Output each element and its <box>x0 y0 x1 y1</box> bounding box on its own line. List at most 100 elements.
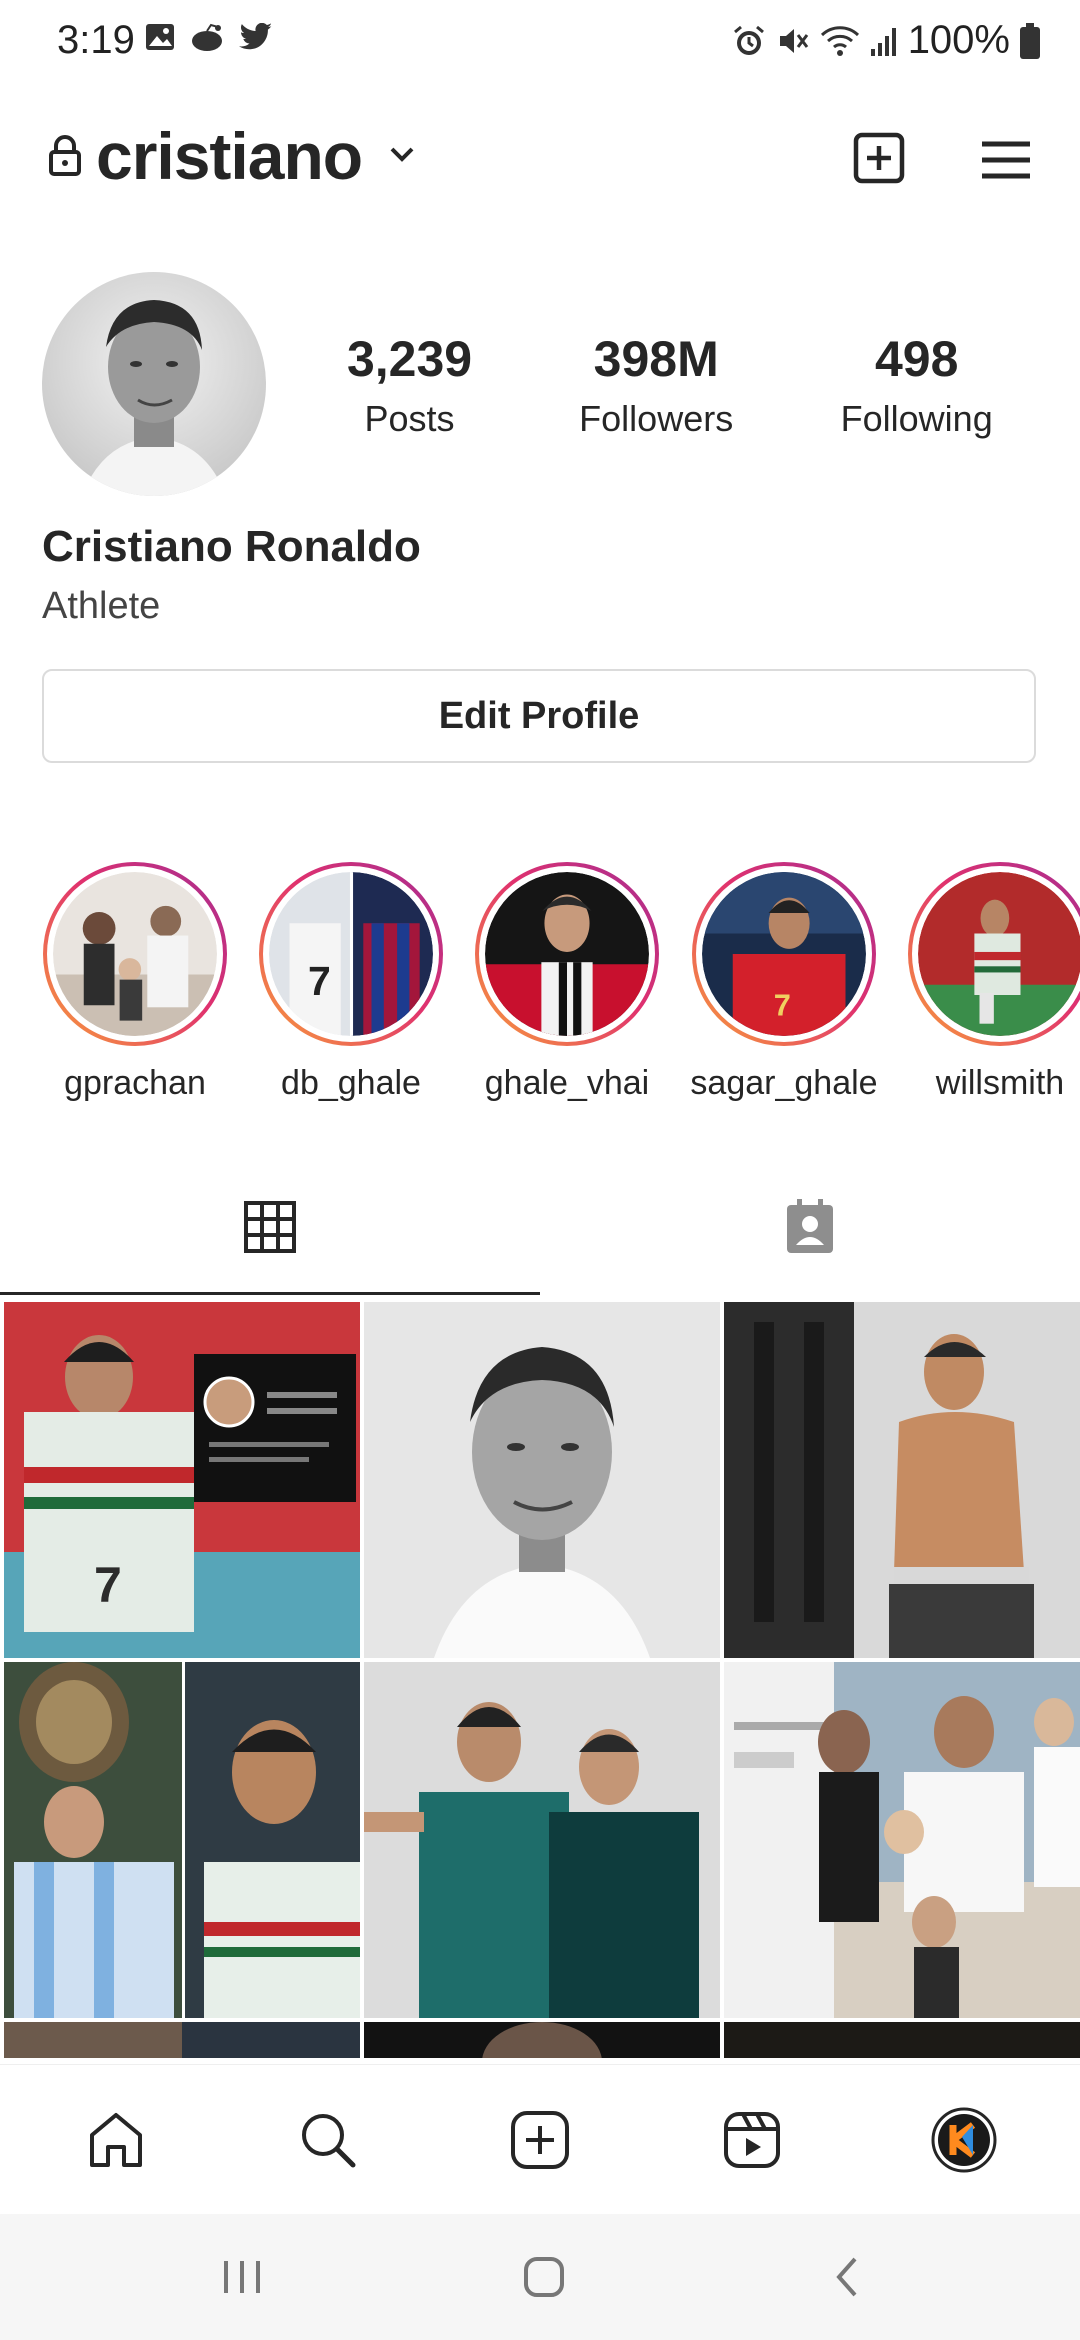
post-thumbnail[interactable]: 7 <box>4 1302 360 1658</box>
profile-category: Athlete <box>42 585 161 627</box>
post-thumbnail[interactable] <box>364 1662 720 2018</box>
post-image: 7 <box>4 1302 360 1658</box>
post-thumbnail[interactable] <box>724 1302 1080 1658</box>
back-icon <box>836 2257 857 2297</box>
full-name: Cristiano Ronaldo <box>42 522 421 571</box>
highlight-name: sagar_ghale <box>690 1064 878 1102</box>
tab-posts-grid[interactable] <box>0 1160 540 1294</box>
status-system-icons: 100% <box>732 18 1040 63</box>
highlight-name: ghale_vhai <box>484 1064 650 1102</box>
status-time: 3:19 <box>57 18 135 62</box>
posts-count: 3,239 <box>346 331 473 387</box>
profile-avatar[interactable] <box>42 272 266 496</box>
bottom-navigation <box>0 2064 1080 2215</box>
system-home[interactable] <box>484 2214 604 2340</box>
highlight-item[interactable]: 7 sagar_ghale <box>684 862 884 1103</box>
system-navigation-bar <box>0 2214 1080 2340</box>
post-image <box>364 1302 720 1658</box>
highlight-ring: 7 <box>692 862 876 1046</box>
post-thumbnail[interactable] <box>364 2022 720 2058</box>
username-switcher[interactable]: cristiano <box>96 118 363 194</box>
nav-home[interactable] <box>56 2065 176 2215</box>
post-image <box>4 1662 360 2018</box>
reels-icon <box>724 2112 780 2168</box>
stat-posts[interactable]: 3,239 Posts <box>300 330 519 440</box>
following-count: 498 <box>874 331 959 387</box>
post-thumbnail[interactable] <box>4 1662 360 2018</box>
profile-photo <box>82 300 226 496</box>
following-label: Following <box>840 398 993 439</box>
post-thumbnail[interactable] <box>4 2022 360 2058</box>
post-image <box>724 1662 1080 2018</box>
nav-search[interactable] <box>268 2065 388 2215</box>
post-image <box>364 1662 720 2018</box>
highlight-thumbnail: 7 <box>702 872 866 1036</box>
nav-create[interactable] <box>480 2065 600 2215</box>
post-thumbnail[interactable] <box>364 1302 720 1658</box>
search-icon <box>302 2114 356 2168</box>
wifi-icon <box>820 25 859 56</box>
highlight-ring <box>908 862 1080 1046</box>
recents-icon <box>224 2261 260 2293</box>
status-bar: 3:19 100% <box>0 0 1080 84</box>
system-back[interactable] <box>786 2214 906 2340</box>
highlight-item[interactable]: gprachan <box>35 862 235 1103</box>
highlight-thumbnail <box>918 872 1080 1036</box>
tab-active-indicator <box>0 1292 540 1295</box>
battery-percent: 100% <box>907 18 1010 62</box>
reddit-icon <box>192 23 222 51</box>
alarm-icon <box>733 25 764 55</box>
mute-icon <box>779 28 808 53</box>
posts-label: Posts <box>364 398 455 439</box>
followers-count: 398M <box>593 331 719 387</box>
edit-profile-button[interactable]: Edit Profile <box>42 669 1036 763</box>
chevron-down-icon[interactable] <box>388 144 416 164</box>
lock-icon <box>49 135 81 176</box>
highlight-thumbnail <box>485 872 649 1036</box>
create-icon <box>511 2111 569 2169</box>
highlight-thumbnail <box>53 872 217 1036</box>
post-image <box>4 2022 360 2058</box>
home-icon <box>90 2113 142 2167</box>
battery-icon <box>1020 22 1040 59</box>
new-post-icon[interactable] <box>853 132 905 184</box>
tab-tagged[interactable] <box>540 1160 1080 1294</box>
highlight-thumbnail: 7 <box>269 872 433 1036</box>
profile-tabs <box>0 1160 1080 1294</box>
nav-profile[interactable] <box>904 2065 1024 2215</box>
stat-followers[interactable]: 398M Followers <box>519 330 793 440</box>
highlight-ring <box>475 862 659 1046</box>
highlight-name: db_ghale <box>281 1064 421 1102</box>
story-highlights: gprachan 7 db_ghale ghale_vhai 7 sagar_g… <box>0 862 1080 1122</box>
highlight-item[interactable]: ghale_vhai <box>467 862 667 1103</box>
profile-avatar-icon <box>931 2107 997 2173</box>
highlight-item[interactable]: willsmith <box>900 862 1080 1103</box>
highlight-ring: 7 <box>259 862 443 1046</box>
menu-icon[interactable] <box>980 140 1032 180</box>
svg-text:7: 7 <box>94 1557 122 1613</box>
highlight-ring <box>43 862 227 1046</box>
post-image <box>364 2022 720 2058</box>
nav-reels[interactable] <box>692 2065 812 2215</box>
system-recents[interactable] <box>182 2214 302 2340</box>
profile-stats: 3,239 Posts 398M Followers 498 Following <box>300 330 1040 440</box>
stat-following[interactable]: 498 Following <box>793 330 1040 440</box>
post-thumbnail[interactable] <box>724 1662 1080 2018</box>
profile-header: cristiano <box>0 118 1080 198</box>
tagged-icon <box>787 1199 833 1253</box>
grid-icon <box>244 1201 296 1253</box>
post-image <box>724 2022 1080 2058</box>
post-image <box>724 1302 1080 1658</box>
highlight-name: gprachan <box>64 1064 206 1102</box>
post-thumbnail[interactable] <box>724 2022 1080 2058</box>
highlight-item[interactable]: 7 db_ghale <box>251 862 451 1103</box>
followers-label: Followers <box>579 398 734 439</box>
home-button-icon <box>524 2257 564 2297</box>
posts-grid: 7 <box>0 1298 1080 2058</box>
signal-icon <box>870 27 896 56</box>
svg-text:7: 7 <box>308 958 331 1004</box>
twitter-icon <box>239 23 272 50</box>
gallery-icon <box>146 24 174 50</box>
highlight-name: willsmith <box>935 1064 1065 1102</box>
svg-text:7: 7 <box>774 988 791 1023</box>
